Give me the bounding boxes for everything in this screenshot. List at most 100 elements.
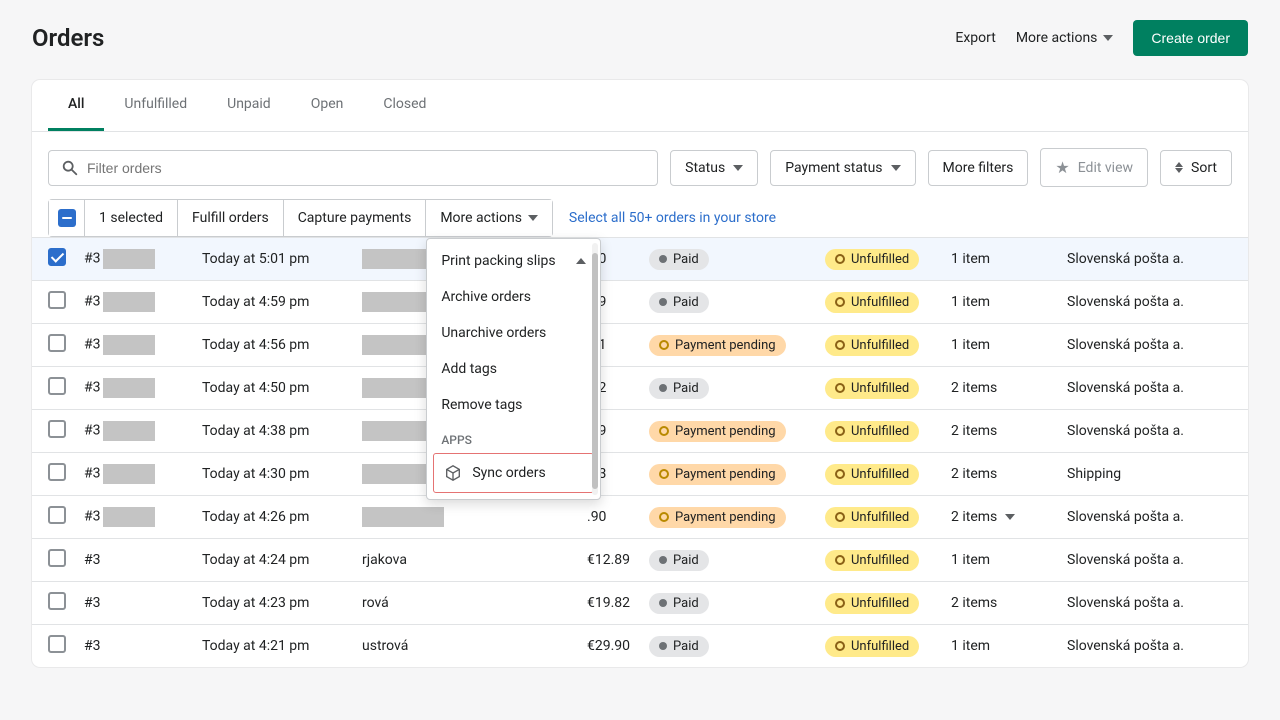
tab-closed[interactable]: Closed bbox=[363, 80, 446, 131]
status-filter-label: Status bbox=[685, 160, 725, 176]
table-row[interactable]: #3 Today at 4:26 pm .90 Payment pending … bbox=[32, 495, 1248, 538]
ring-icon bbox=[835, 469, 845, 479]
order-number: #3 bbox=[84, 464, 202, 484]
fulfillment-status: Unfulfilled bbox=[825, 636, 951, 657]
fulfillment-badge-unfulfilled: Unfulfilled bbox=[825, 464, 919, 485]
order-date: Today at 4:56 pm bbox=[202, 337, 362, 353]
fulfillment-badge-unfulfilled: Unfulfilled bbox=[825, 636, 919, 657]
redacted bbox=[103, 292, 155, 312]
table-row[interactable]: #3 Today at 4:24 pm rjakova €12.89 Paid … bbox=[32, 538, 1248, 581]
fulfillment-badge-unfulfilled: Unfulfilled bbox=[825, 550, 919, 571]
payment-badge-pending: Payment pending bbox=[649, 421, 786, 442]
bulk-more-actions-button[interactable]: More actions Print packing slips Archive… bbox=[426, 200, 552, 236]
row-checkbox[interactable] bbox=[48, 549, 66, 567]
items-count: 1 item bbox=[951, 337, 1067, 353]
customer-name: rjakova bbox=[362, 552, 587, 568]
status-filter[interactable]: Status bbox=[670, 150, 758, 186]
tab-open[interactable]: Open bbox=[291, 80, 364, 131]
redacted bbox=[103, 249, 155, 269]
payment-badge-pending: Payment pending bbox=[649, 464, 786, 485]
add-tags-item[interactable]: Add tags bbox=[427, 351, 600, 387]
fulfillment-status: Unfulfilled bbox=[825, 249, 951, 270]
ring-icon bbox=[835, 512, 845, 522]
payment-status: Paid bbox=[649, 550, 825, 571]
row-checkbox[interactable] bbox=[48, 334, 66, 352]
select-all-link[interactable]: Select all 50+ orders in your store bbox=[569, 210, 776, 226]
redacted bbox=[362, 507, 444, 527]
row-checkbox[interactable] bbox=[48, 592, 66, 610]
table-row[interactable]: #3 Today at 4:21 pm ustrová €29.90 Paid … bbox=[32, 624, 1248, 667]
sort-icon bbox=[1175, 162, 1183, 173]
header-more-actions[interactable]: More actions bbox=[1016, 30, 1114, 46]
page-title: Orders bbox=[32, 24, 104, 52]
table-row[interactable]: #3 Today at 5:01 pm .90 Paid Unfulfilled… bbox=[32, 237, 1248, 280]
tab-all[interactable]: All bbox=[48, 80, 104, 131]
sort-button[interactable]: Sort bbox=[1160, 150, 1232, 186]
order-number: #3 bbox=[84, 249, 202, 269]
capture-payments-button[interactable]: Capture payments bbox=[284, 200, 427, 236]
table-row[interactable]: #3 Today at 4:56 pm .51 Payment pending … bbox=[32, 323, 1248, 366]
print-packing-slips-item[interactable]: Print packing slips bbox=[427, 243, 600, 279]
create-order-button[interactable]: Create order bbox=[1133, 20, 1248, 56]
redacted bbox=[103, 421, 155, 441]
row-checkbox[interactable] bbox=[48, 248, 66, 266]
bulk-more-actions-label: More actions bbox=[440, 210, 522, 226]
search-input[interactable] bbox=[87, 160, 645, 176]
row-checkbox[interactable] bbox=[48, 377, 66, 395]
header-actions: Export More actions Create order bbox=[955, 20, 1248, 56]
fulfillment-status: Unfulfilled bbox=[825, 507, 951, 528]
items-count: 1 item bbox=[951, 294, 1067, 310]
scrollbar-thumb[interactable] bbox=[592, 253, 598, 489]
table-row[interactable]: #3 Today at 4:50 pm .82 Paid Unfulfilled… bbox=[32, 366, 1248, 409]
row-checkbox[interactable] bbox=[48, 463, 66, 481]
fulfillment-badge-unfulfilled: Unfulfilled bbox=[825, 507, 919, 528]
payment-badge-paid: Paid bbox=[649, 593, 709, 614]
customer-name: ustrová bbox=[362, 638, 587, 654]
header-more-actions-label: More actions bbox=[1016, 30, 1098, 46]
more-filters-button[interactable]: More filters bbox=[928, 150, 1029, 186]
tab-unpaid[interactable]: Unpaid bbox=[207, 80, 291, 131]
apps-section-label: APPS bbox=[427, 423, 600, 451]
chevron-down-icon bbox=[733, 165, 743, 171]
row-checkbox[interactable] bbox=[48, 420, 66, 438]
unarchive-orders-item[interactable]: Unarchive orders bbox=[427, 315, 600, 351]
order-number: #3 bbox=[84, 378, 202, 398]
payment-status: Payment pending bbox=[649, 335, 825, 356]
payment-badge-pending: Payment pending bbox=[649, 335, 786, 356]
export-link[interactable]: Export bbox=[955, 30, 995, 46]
order-date: Today at 4:26 pm bbox=[202, 509, 362, 525]
items-count: 1 item bbox=[951, 251, 1067, 267]
remove-tags-item[interactable]: Remove tags bbox=[427, 387, 600, 423]
fulfill-orders-button[interactable]: Fulfill orders bbox=[178, 200, 284, 236]
delivery-method: Slovenská pošta a. bbox=[1067, 380, 1232, 396]
redacted bbox=[103, 335, 155, 355]
edit-view-button: ★ Edit view bbox=[1040, 148, 1148, 187]
row-checkbox[interactable] bbox=[48, 506, 66, 524]
archive-orders-item[interactable]: Archive orders bbox=[427, 279, 600, 315]
fulfillment-badge-unfulfilled: Unfulfilled bbox=[825, 292, 919, 313]
row-checkbox[interactable] bbox=[48, 635, 66, 653]
table-row[interactable]: #3 Today at 4:59 pm .89 Paid Unfulfilled… bbox=[32, 280, 1248, 323]
fulfillment-status: Unfulfilled bbox=[825, 421, 951, 442]
bulk-checkbox[interactable] bbox=[49, 200, 85, 236]
delivery-method: Slovenská pošta a. bbox=[1067, 251, 1232, 267]
payment-badge-pending: Payment pending bbox=[649, 507, 786, 528]
payment-status-filter[interactable]: Payment status bbox=[770, 150, 915, 186]
items-count: 1 item bbox=[951, 638, 1067, 654]
tab-unfulfilled[interactable]: Unfulfilled bbox=[104, 80, 207, 131]
dot-icon bbox=[659, 599, 667, 607]
table-row[interactable]: #3 Today at 4:38 pm .79 Payment pending … bbox=[32, 409, 1248, 452]
ring-icon bbox=[835, 598, 845, 608]
chevron-up-icon bbox=[576, 258, 586, 264]
redacted bbox=[103, 378, 155, 398]
search-box[interactable] bbox=[48, 150, 658, 186]
order-total: €19.82 bbox=[587, 595, 649, 611]
order-date: Today at 4:50 pm bbox=[202, 380, 362, 396]
row-checkbox[interactable] bbox=[48, 291, 66, 309]
sync-orders-item[interactable]: Sync orders bbox=[433, 453, 594, 493]
chevron-down-icon[interactable] bbox=[1005, 514, 1015, 520]
fulfillment-status: Unfulfilled bbox=[825, 292, 951, 313]
orders-table: #3 Today at 5:01 pm .90 Paid Unfulfilled… bbox=[32, 237, 1248, 667]
table-row[interactable]: #3 Today at 4:23 pm rová €19.82 Paid Unf… bbox=[32, 581, 1248, 624]
table-row[interactable]: #3 Today at 4:30 pm .83 Payment pending … bbox=[32, 452, 1248, 495]
